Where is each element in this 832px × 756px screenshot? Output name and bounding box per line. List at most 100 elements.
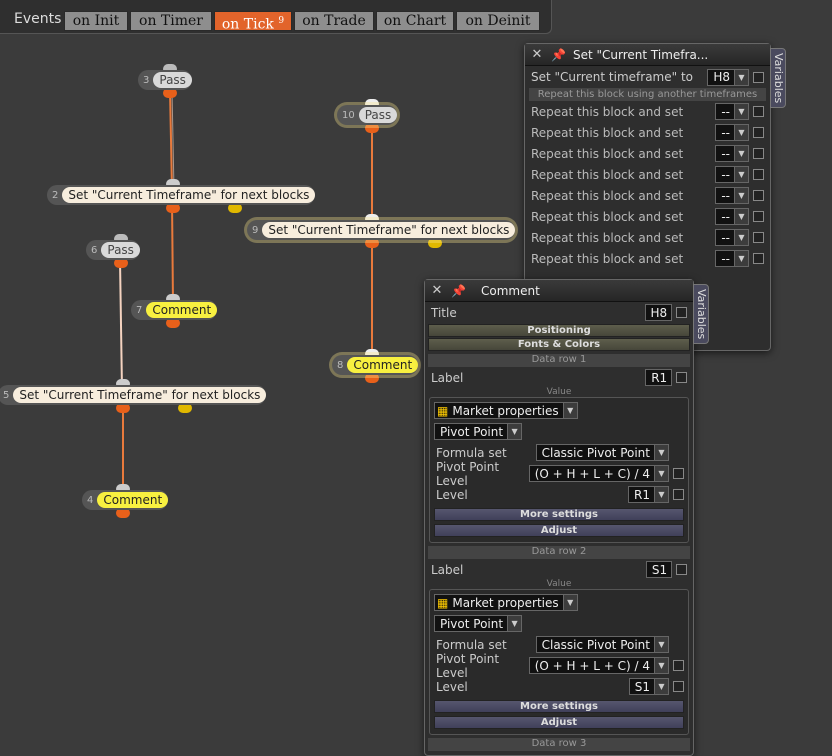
level-checkbox[interactable] — [673, 489, 684, 500]
repeat-checkbox[interactable] — [753, 148, 764, 159]
label-checkbox[interactable] — [676, 564, 687, 575]
repeat-timeframe-select[interactable]: -- ▼ — [715, 145, 749, 162]
node-3-pass[interactable]: 3 Pass — [138, 70, 192, 90]
node-9-set-timeframe[interactable]: 9 Set "Current Timeframe" for next block… — [247, 220, 516, 240]
title-field[interactable]: H8 — [644, 304, 672, 321]
variables-tab[interactable]: Variables — [693, 284, 709, 344]
repeat-checkbox[interactable] — [753, 232, 764, 243]
level-select[interactable]: R1 ▼ — [628, 486, 669, 503]
repeat-timeframe-select[interactable]: -- ▼ — [715, 166, 749, 183]
workspace-canvas[interactable]: Events on Init on Timer on Tick 9 on Tra… — [0, 0, 832, 756]
pivot-level-select[interactable]: (O + H + L + C) / 4 ▼ — [528, 657, 669, 674]
select-value: Classic Pivot Point — [541, 445, 650, 460]
pivot-level-checkbox[interactable] — [673, 660, 684, 671]
data-row: Data row 1 Label R1 Value ▦ Market propertie… — [425, 354, 693, 543]
indicator-select[interactable]: Pivot Point ▼ — [434, 615, 523, 632]
select-value: Pivot Point — [440, 424, 504, 439]
level-label: Level — [436, 487, 468, 502]
title-checkbox[interactable] — [676, 307, 687, 318]
node-label: Pass — [101, 242, 140, 258]
node-5-set-timeframe[interactable]: 5 Set "Current Timeframe" for next block… — [0, 385, 267, 405]
panel-titlebar[interactable]: ✕ 📌 Set "Current Timefra... — [525, 44, 770, 66]
node-label: Pass — [153, 72, 192, 88]
formula-set-select[interactable]: Classic Pivot Point ▼ — [535, 444, 669, 461]
close-icon[interactable]: ✕ — [429, 283, 445, 298]
level-select[interactable]: S1 ▼ — [628, 678, 669, 695]
source-select[interactable]: ▦ Market properties ▼ — [434, 402, 578, 419]
label-label: Label — [431, 370, 464, 385]
repeat-checkbox[interactable] — [753, 253, 764, 264]
node-7-comment[interactable]: 7 Comment — [131, 300, 218, 320]
repeat-row: Repeat this block and set -- ▼ — [525, 206, 770, 227]
pivot-level-checkbox[interactable] — [673, 468, 684, 479]
close-icon[interactable]: ✕ — [529, 47, 545, 62]
panel-titlebar[interactable]: ✕ 📌 Comment — [425, 280, 693, 302]
node-8-comment[interactable]: 8 Comment — [332, 355, 419, 375]
repeat-checkbox[interactable] — [753, 127, 764, 138]
pin-icon[interactable]: 📌 — [451, 284, 467, 298]
adjust-button[interactable]: Adjust — [434, 716, 684, 729]
source-select[interactable]: ▦ Market properties ▼ — [434, 594, 578, 611]
select-value: -- — [721, 167, 730, 182]
repeat-label: Repeat this block and set — [531, 209, 684, 224]
chevron-down-icon: ▼ — [734, 209, 748, 224]
select-value: Market properties — [452, 595, 559, 610]
more-settings-button[interactable]: More settings — [434, 508, 684, 521]
select-value: -- — [721, 104, 730, 119]
select-value: Classic Pivot Point — [541, 637, 650, 652]
node-label: Comment — [347, 357, 419, 373]
repeat-timeframe-select[interactable]: -- ▼ — [715, 208, 749, 225]
repeat-label: Repeat this block and set — [531, 125, 684, 140]
indicator-select[interactable]: Pivot Point ▼ — [434, 423, 523, 440]
node-number: 4 — [87, 494, 94, 506]
chevron-down-icon: ▼ — [654, 466, 668, 481]
chevron-down-icon: ▼ — [654, 445, 668, 460]
repeat-checkbox[interactable] — [753, 169, 764, 180]
repeat-row: Repeat this block and set -- ▼ — [525, 122, 770, 143]
chevron-down-icon: ▼ — [734, 146, 748, 161]
pivot-level-label: Pivot Point Level — [436, 459, 500, 488]
market-properties-icon: ▦ — [437, 595, 449, 610]
label-field[interactable]: R1 — [645, 369, 672, 386]
repeat-checkbox[interactable] — [753, 106, 764, 117]
node-number: 5 — [3, 389, 10, 401]
select-value: Pivot Point — [440, 616, 504, 631]
repeat-timeframe-select[interactable]: -- ▼ — [715, 187, 749, 204]
level-label: Level — [436, 679, 468, 694]
node-6-pass[interactable]: 6 Pass — [86, 240, 140, 260]
repeat-timeframe-select[interactable]: -- ▼ — [715, 250, 749, 267]
select-value: S1 — [634, 679, 650, 694]
more-settings-button[interactable]: More settings — [434, 700, 684, 713]
label-checkbox[interactable] — [676, 372, 687, 383]
formula-set-select[interactable]: Classic Pivot Point ▼ — [535, 636, 669, 653]
node-2-set-timeframe[interactable]: 2 Set "Current Timeframe" for next block… — [47, 185, 316, 205]
select-value: -- — [721, 230, 730, 245]
current-timeframe-select[interactable]: H8 ▼ — [707, 68, 749, 86]
select-value: -- — [721, 251, 730, 266]
pin-icon[interactable]: 📌 — [551, 48, 567, 62]
formula-set-label: Formula set — [436, 637, 507, 652]
adjust-button[interactable]: Adjust — [434, 524, 684, 537]
repeat-timeframe-select[interactable]: -- ▼ — [715, 124, 749, 141]
level-checkbox[interactable] — [673, 681, 684, 692]
repeat-checkbox[interactable] — [753, 211, 764, 222]
node-4-comment[interactable]: 4 Comment — [82, 490, 169, 510]
comment-panel[interactable]: ✕ 📌 Comment Variables Title H8 Positioni… — [424, 279, 709, 756]
pivot-level-select[interactable]: (O + H + L + C) / 4 ▼ — [528, 465, 669, 482]
label-field[interactable]: S1 — [645, 561, 672, 578]
repeat-checkbox[interactable] — [753, 190, 764, 201]
repeat-label: Repeat this block and set — [531, 167, 684, 182]
select-value: -- — [721, 146, 730, 161]
variables-tab[interactable]: Variables — [770, 48, 786, 108]
repeat-timeframe-select[interactable]: -- ▼ — [715, 229, 749, 246]
node-label: Comment — [146, 302, 218, 318]
chevron-down-icon: ▼ — [734, 125, 748, 140]
repeat-timeframe-select[interactable]: -- ▼ — [715, 103, 749, 120]
current-timeframe-checkbox[interactable] — [753, 71, 764, 83]
positioning-section[interactable]: Positioning — [428, 324, 690, 337]
chevron-down-icon: ▼ — [507, 616, 522, 631]
market-properties-icon: ▦ — [437, 403, 449, 418]
fonts-colors-section[interactable]: Fonts & Colors — [428, 338, 690, 351]
node-10-pass[interactable]: 10 Pass — [337, 105, 398, 125]
current-timeframe-label: Set "Current timeframe" to — [531, 70, 693, 84]
